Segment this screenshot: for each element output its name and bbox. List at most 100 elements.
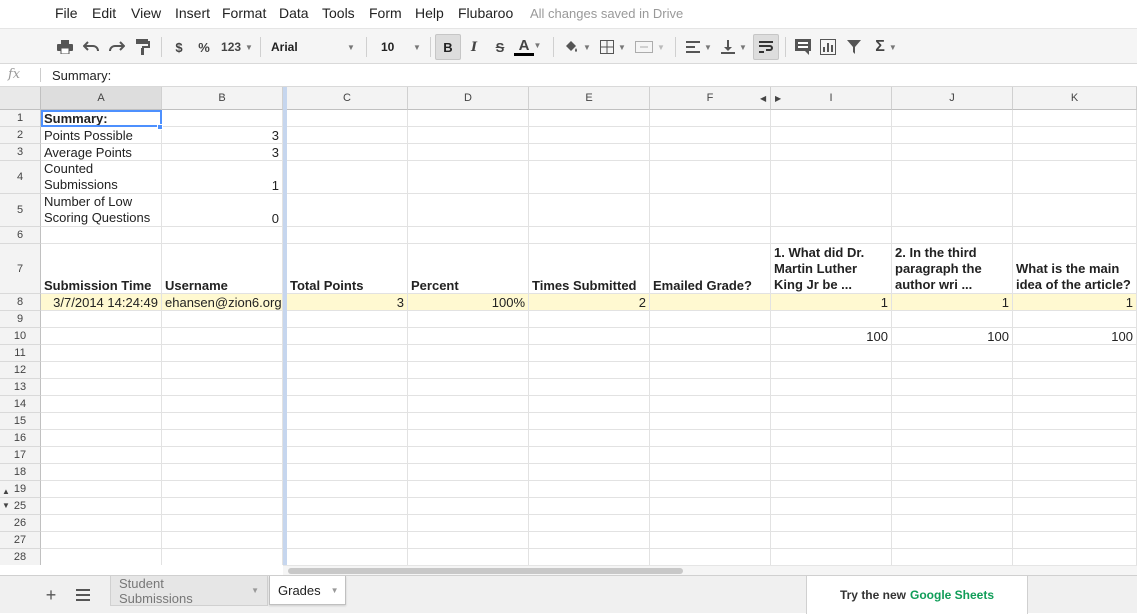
- empty-cell[interactable]: [650, 311, 771, 328]
- empty-cell[interactable]: [650, 447, 771, 464]
- menu-tools[interactable]: Tools: [322, 5, 355, 21]
- empty-cell[interactable]: [892, 194, 1013, 227]
- empty-cell[interactable]: [287, 227, 408, 244]
- empty-cell[interactable]: [408, 515, 529, 532]
- empty-cell[interactable]: [650, 161, 771, 194]
- row-header-13[interactable]: 13: [0, 379, 41, 396]
- empty-cell[interactable]: [1013, 549, 1137, 565]
- cell-d7[interactable]: Percent: [408, 244, 529, 294]
- currency-format-button[interactable]: $: [170, 37, 188, 57]
- cell-a3[interactable]: Average Points: [41, 144, 162, 161]
- menu-format[interactable]: Format: [222, 5, 266, 21]
- empty-cell[interactable]: [287, 430, 408, 447]
- empty-cell[interactable]: [892, 396, 1013, 413]
- empty-cell[interactable]: [650, 430, 771, 447]
- empty-cell[interactable]: [771, 194, 892, 227]
- column-header-k[interactable]: K: [1013, 87, 1137, 110]
- empty-cell[interactable]: [1013, 498, 1137, 515]
- empty-cell[interactable]: [650, 144, 771, 161]
- horizontal-align-button[interactable]: ▼: [684, 37, 714, 57]
- empty-cell[interactable]: [771, 515, 892, 532]
- empty-cell[interactable]: [1013, 532, 1137, 549]
- row-header-28[interactable]: 28: [0, 549, 41, 565]
- empty-cell[interactable]: [162, 345, 283, 362]
- empty-cell[interactable]: [529, 464, 650, 481]
- hidden-columns-right-arrow-icon[interactable]: ▶: [775, 94, 781, 103]
- empty-cell[interactable]: [529, 515, 650, 532]
- empty-cell[interactable]: [408, 430, 529, 447]
- empty-cell[interactable]: [771, 144, 892, 161]
- empty-cell[interactable]: [1013, 311, 1137, 328]
- empty-cell[interactable]: [1013, 345, 1137, 362]
- hidden-columns-left-arrow-icon[interactable]: ◀: [760, 94, 766, 103]
- empty-cell[interactable]: [408, 481, 529, 498]
- all-sheets-button[interactable]: [72, 584, 94, 606]
- empty-cell[interactable]: [529, 396, 650, 413]
- row-header-10[interactable]: 10: [0, 328, 41, 345]
- cell-j10[interactable]: 100: [892, 328, 1013, 345]
- empty-cell[interactable]: [892, 144, 1013, 161]
- empty-cell[interactable]: [771, 413, 892, 430]
- empty-cell[interactable]: [650, 362, 771, 379]
- empty-cell[interactable]: [287, 447, 408, 464]
- empty-cell[interactable]: [287, 362, 408, 379]
- empty-cell[interactable]: [892, 161, 1013, 194]
- cell-e7[interactable]: Times Submitted: [529, 244, 650, 294]
- wrap-text-button[interactable]: [753, 34, 779, 60]
- spreadsheet-grid[interactable]: A B C D E F I J K ◀ ▶ 1 2 3 4 5 6 7 8 9 …: [0, 87, 1137, 565]
- empty-cell[interactable]: [287, 194, 408, 227]
- chevron-down-icon[interactable]: ▼: [251, 586, 259, 595]
- empty-cell[interactable]: [287, 161, 408, 194]
- row-header-9[interactable]: 9: [0, 311, 41, 328]
- column-header-e[interactable]: E: [529, 87, 650, 110]
- empty-cell[interactable]: [287, 110, 408, 127]
- bold-button[interactable]: B: [435, 34, 461, 60]
- empty-cell[interactable]: [162, 549, 283, 565]
- empty-cell[interactable]: [771, 549, 892, 565]
- cell-b6[interactable]: [162, 227, 283, 244]
- empty-cell[interactable]: [41, 379, 162, 396]
- empty-cell[interactable]: [529, 194, 650, 227]
- column-header-f[interactable]: F: [650, 87, 771, 110]
- empty-cell[interactable]: [41, 396, 162, 413]
- row-header-2[interactable]: 2: [0, 127, 41, 144]
- empty-cell[interactable]: [892, 311, 1013, 328]
- empty-cell[interactable]: [1013, 161, 1137, 194]
- row-header-18[interactable]: 18: [0, 464, 41, 481]
- empty-cell[interactable]: [650, 498, 771, 515]
- menu-edit[interactable]: Edit: [92, 5, 116, 21]
- cell-a2[interactable]: Points Possible: [41, 127, 162, 144]
- empty-cell[interactable]: [650, 532, 771, 549]
- hidden-rows-down-arrow-icon[interactable]: ▼: [2, 501, 10, 510]
- menu-form[interactable]: Form: [369, 5, 402, 21]
- cell-f7[interactable]: Emailed Grade?: [650, 244, 771, 294]
- empty-cell[interactable]: [408, 379, 529, 396]
- empty-cell[interactable]: [1013, 464, 1137, 481]
- empty-cell[interactable]: [892, 362, 1013, 379]
- filter-icon[interactable]: [845, 37, 863, 57]
- empty-cell[interactable]: [408, 362, 529, 379]
- empty-cell[interactable]: [650, 413, 771, 430]
- empty-cell[interactable]: [162, 464, 283, 481]
- borders-button[interactable]: ▼: [598, 37, 628, 57]
- empty-cell[interactable]: [287, 144, 408, 161]
- empty-cell[interactable]: [892, 447, 1013, 464]
- empty-cell[interactable]: [408, 413, 529, 430]
- row-header-5[interactable]: 5: [0, 194, 41, 227]
- empty-cell[interactable]: [408, 396, 529, 413]
- empty-cell[interactable]: [892, 481, 1013, 498]
- empty-cell[interactable]: [162, 430, 283, 447]
- empty-cell[interactable]: [650, 110, 771, 127]
- column-header-c[interactable]: C: [287, 87, 408, 110]
- empty-cell[interactable]: [650, 549, 771, 565]
- empty-cell[interactable]: [771, 227, 892, 244]
- empty-cell[interactable]: [771, 532, 892, 549]
- empty-cell[interactable]: [41, 345, 162, 362]
- cell-b8[interactable]: ehansen@zion6.org: [162, 294, 283, 311]
- empty-cell[interactable]: [287, 379, 408, 396]
- empty-cell[interactable]: [41, 532, 162, 549]
- chevron-down-icon[interactable]: ▼: [331, 586, 339, 595]
- cell-j7[interactable]: 2. In the third paragraph the author wri…: [892, 244, 1013, 294]
- empty-cell[interactable]: [41, 549, 162, 565]
- empty-cell[interactable]: [162, 498, 283, 515]
